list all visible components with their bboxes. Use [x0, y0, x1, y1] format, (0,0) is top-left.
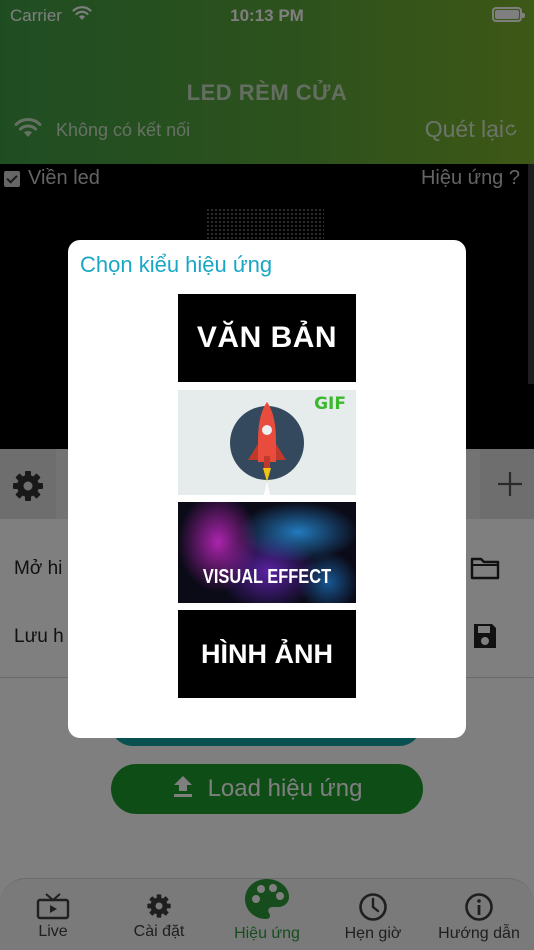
rocket-icon: [248, 402, 286, 495]
gif-badge: GIF: [314, 394, 346, 414]
option-image[interactable]: HÌNH ẢNH: [178, 610, 356, 698]
option-image-label: HÌNH ẢNH: [201, 638, 333, 669]
dialog-title: Chọn kiểu hiệu ứng: [80, 252, 273, 277]
option-visual-effect-label: VISUAL EFFECT: [202, 566, 332, 588]
option-gif[interactable]: GIF: [178, 390, 356, 495]
option-text-label: VĂN BẢN: [196, 321, 338, 354]
option-visual-effect[interactable]: VISUAL EFFECT: [178, 502, 356, 603]
option-text[interactable]: VĂN BẢN: [178, 294, 356, 382]
